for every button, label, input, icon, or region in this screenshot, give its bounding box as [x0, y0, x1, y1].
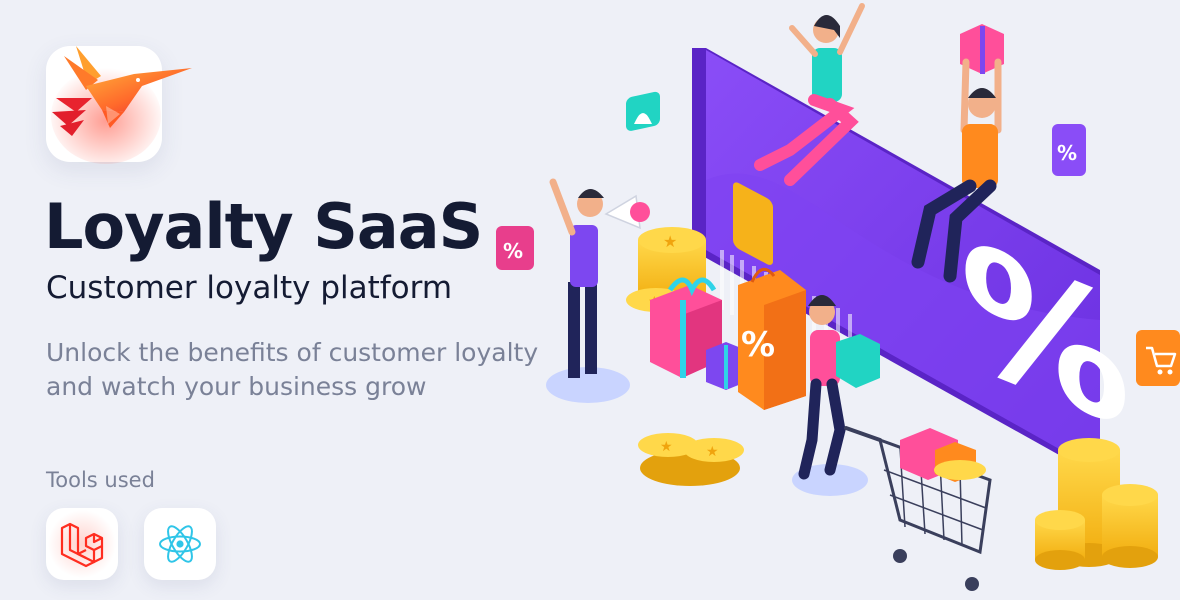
page-subtitle: Customer loyalty platform — [46, 270, 453, 306]
tool-laravel — [46, 508, 118, 580]
percent-badge: % — [496, 226, 534, 270]
svg-text:★: ★ — [660, 439, 673, 455]
svg-text:★: ★ — [706, 444, 719, 460]
coin-stack: ★ ★ — [638, 433, 744, 486]
laravel-icon — [48, 510, 116, 578]
tool-react — [144, 508, 216, 580]
page-title: Loyalty SaaS — [44, 190, 483, 263]
shopping-cart — [844, 426, 992, 591]
notification-bell-badge — [626, 91, 660, 131]
hummingbird-icon — [51, 46, 192, 164]
tools-label: Tools used — [46, 468, 155, 492]
discount-card: % — [692, 48, 1130, 472]
svg-text:★: ★ — [663, 232, 677, 251]
svg-text:%: % — [741, 325, 775, 365]
svg-text:%: % — [503, 239, 523, 263]
person-megaphone — [549, 178, 650, 378]
cart-badge — [1136, 330, 1180, 386]
react-icon — [159, 525, 201, 563]
svg-text:%: % — [960, 202, 1130, 469]
shopping-bag: % — [738, 267, 806, 410]
percent-badge: % — [1052, 124, 1086, 176]
coin-stack — [1035, 438, 1158, 570]
svg-text:%: % — [1057, 141, 1077, 165]
loyalty-illustration: % ★ ★ ★ ★ — [496, 3, 1180, 591]
app-logo — [46, 46, 192, 164]
